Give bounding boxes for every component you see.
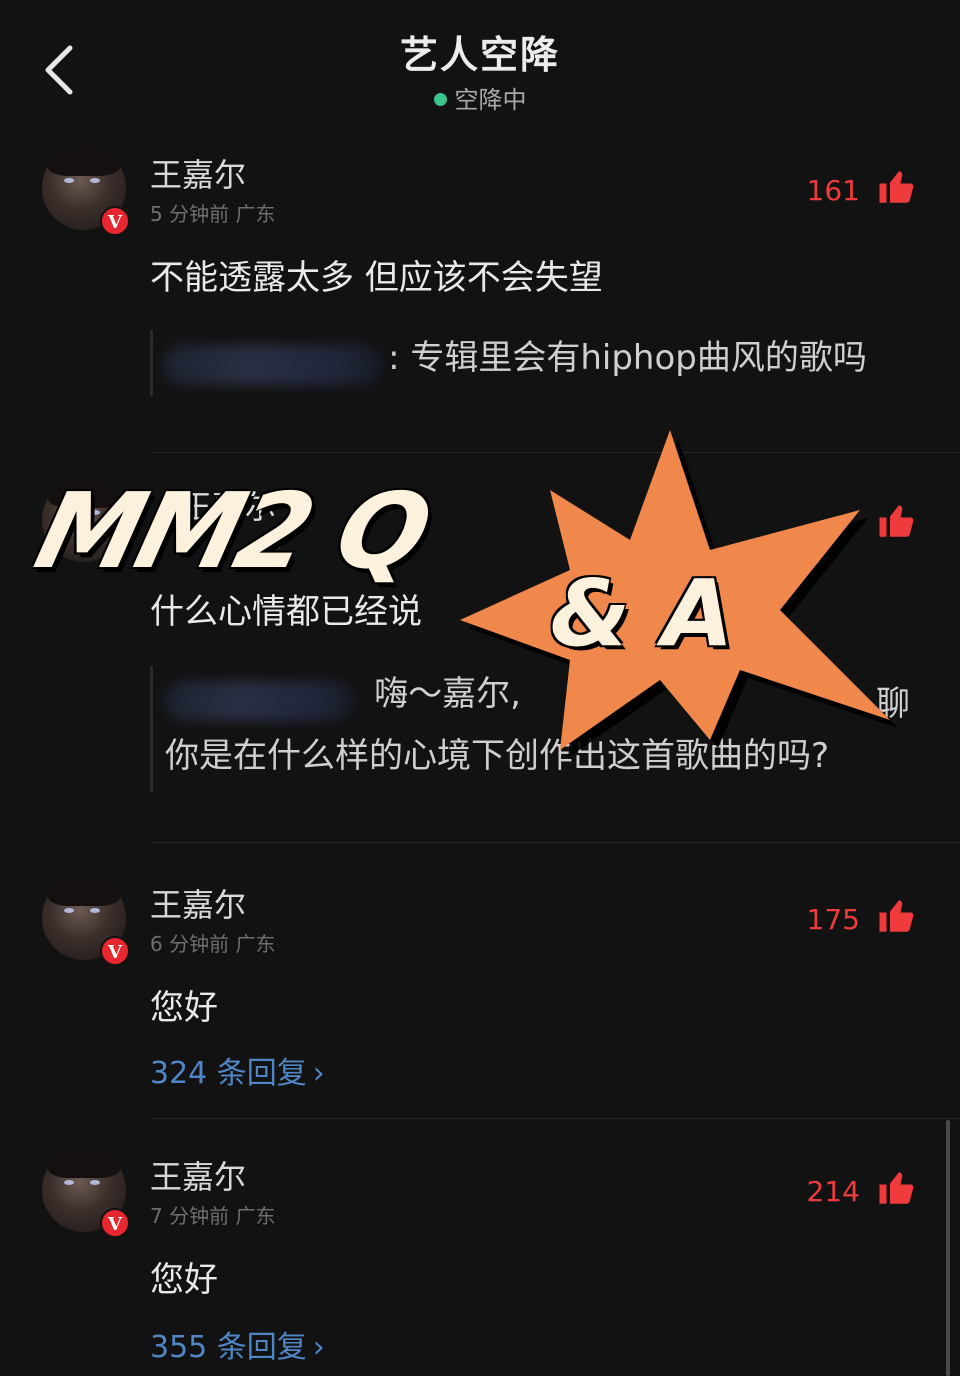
avatar[interactable]: V — [42, 146, 130, 236]
view-replies-link[interactable]: 355 条回复 › — [150, 1322, 325, 1366]
comment-text: 不能透露太多 但应该不会失望 — [150, 258, 603, 298]
divider — [150, 1118, 960, 1119]
chevron-right-icon: › — [312, 1330, 325, 1365]
thumbs-up-icon[interactable] — [876, 1167, 918, 1209]
overlay-qa: & A — [550, 560, 734, 667]
quoted-question: : 专辑里会有hiphop曲风的歌吗 — [150, 330, 867, 396]
like-count: 214 — [806, 1175, 860, 1208]
comment-text: 您好 — [150, 1260, 218, 1300]
blurred-username — [165, 680, 355, 721]
username[interactable]: 王嘉尔 — [150, 880, 246, 926]
chevron-right-icon: › — [312, 1056, 325, 1091]
comment-text: 您好 — [150, 988, 218, 1028]
thumbs-up-icon[interactable] — [876, 166, 918, 208]
divider — [150, 842, 960, 843]
header: 艺人空降 空降中 — [0, 0, 960, 130]
username[interactable]: 王嘉尔 — [150, 150, 246, 196]
quoted-text: : 专辑里会有hiphop曲风的歌吗 — [388, 338, 867, 378]
v-badge-icon: V — [100, 936, 130, 966]
replies-count: 324 条回复 — [150, 1056, 307, 1091]
scrollbar[interactable] — [946, 1120, 950, 1376]
v-badge-icon: V — [100, 206, 130, 236]
comment-meta: 7 分钟前 广东 — [150, 1204, 276, 1228]
avatar[interactable]: V — [42, 876, 130, 966]
v-badge-icon: V — [100, 1208, 130, 1238]
live-status: 空降中 — [0, 80, 960, 115]
like-count: 161 — [806, 174, 860, 207]
comment-meta: 6 分钟前 广东 — [150, 932, 276, 956]
live-status-label: 空降中 — [454, 86, 527, 114]
comment-meta: 5 分钟前 广东 — [150, 202, 276, 226]
page-title: 艺人空降 — [399, 33, 560, 77]
replies-count: 355 条回复 — [150, 1330, 307, 1365]
live-dot-icon — [433, 93, 447, 106]
avatar[interactable]: V — [42, 1148, 130, 1238]
username[interactable]: 王嘉尔 — [150, 1152, 246, 1198]
like-count: 175 — [806, 903, 860, 936]
thumbs-up-icon[interactable] — [876, 895, 918, 937]
overlay-title: MM2 Q — [24, 470, 440, 592]
view-replies-link[interactable]: 324 条回复 › — [150, 1048, 325, 1092]
blurred-username — [163, 344, 383, 385]
